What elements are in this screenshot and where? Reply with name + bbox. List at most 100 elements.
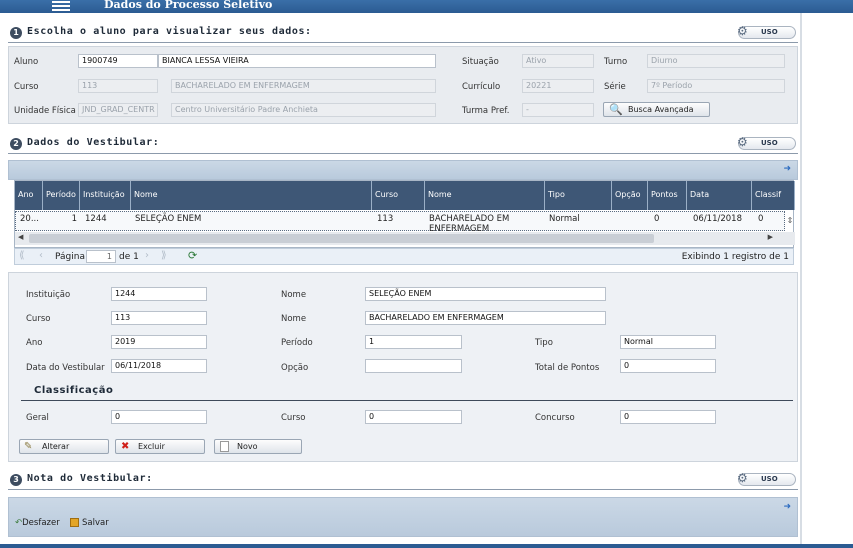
next-page-icon[interactable]: › xyxy=(145,250,149,261)
turno-field: Diurno xyxy=(647,54,785,68)
cell-ano: 20... xyxy=(20,214,39,224)
uso-toggle[interactable]: ⚙ USO xyxy=(737,24,796,39)
label-nome-inst: Nome xyxy=(281,290,307,300)
label-curso-det: Curso xyxy=(26,314,51,324)
col-opcao[interactable]: Opção xyxy=(612,181,648,210)
expand-icon[interactable]: ➜ xyxy=(783,502,791,512)
label-geral: Geral xyxy=(26,413,49,423)
curso-class-field[interactable]: 0 xyxy=(365,410,462,424)
col-pontos[interactable]: Pontos xyxy=(648,181,687,210)
aluno-codigo-field[interactable]: 1900749 xyxy=(78,54,158,68)
cell-pontos: 0 xyxy=(654,214,660,224)
section-title: Dados do Vestibular: xyxy=(27,137,160,148)
grid-pager: ⟪ ‹ Página 1 de 1 › ⟫ ⟳ Exibindo 1 regis… xyxy=(14,248,794,265)
search-icon: 🔍 xyxy=(609,103,623,116)
col-instituicao[interactable]: Instituição xyxy=(80,181,131,210)
nome-inst-field[interactable]: SELEÇÃO ENEM xyxy=(365,287,606,301)
label-total-pontos: Total de Pontos xyxy=(535,363,600,373)
last-page-icon[interactable]: ⟫ xyxy=(161,250,167,261)
curso-codigo-field: 113 xyxy=(78,79,158,93)
vertical-scroll-arrows[interactable]: ⇕ xyxy=(785,211,795,231)
prev-page-icon[interactable]: ‹ xyxy=(39,250,43,261)
novo-button[interactable]: Novo xyxy=(214,439,302,454)
save-icon xyxy=(70,518,79,527)
excluir-button[interactable]: ✖ Excluir xyxy=(115,439,205,454)
label-curso-class: Curso xyxy=(281,413,306,423)
serie-field: 7º Período xyxy=(647,79,785,93)
label-curso: Curso xyxy=(14,82,39,92)
table-row[interactable]: 20... 1 1244 SELEÇÃO ENEM 113 BACHARELAD… xyxy=(15,211,785,232)
delete-icon: ✖ xyxy=(121,441,130,452)
page-label: Página xyxy=(55,252,85,262)
cell-periodo: 1 xyxy=(71,214,77,224)
curso-nome-field: BACHARELADO EM ENFERMAGEM xyxy=(171,79,436,93)
label-situacao: Situação xyxy=(462,57,499,67)
section-number: 1 xyxy=(10,27,22,39)
bottom-bar xyxy=(0,544,853,548)
concurso-field[interactable]: 0 xyxy=(620,410,716,424)
grid-header: Ano Período Instituição Nome Curso Nome … xyxy=(15,181,795,210)
label-instituicao: Instituição xyxy=(26,290,71,300)
busca-avancada-button[interactable]: 🔍 Busca Avançada xyxy=(603,102,710,117)
pager-summary: Exibindo 1 registro de 1 xyxy=(681,252,789,262)
refresh-icon[interactable]: ⟳ xyxy=(188,249,197,262)
nome-curso-field[interactable]: BACHARELADO EM ENFERMAGEM xyxy=(365,311,606,325)
col-ano[interactable]: Ano xyxy=(15,181,43,210)
alterar-button[interactable]: ✎ Alterar xyxy=(19,439,109,454)
cell-curso: 113 xyxy=(377,214,394,224)
uso-toggle[interactable]: ⚙ USO xyxy=(737,135,796,150)
col-data[interactable]: Data xyxy=(687,181,752,210)
label-nome-curso: Nome xyxy=(281,314,307,324)
data-vestibular-field[interactable]: 06/11/2018 xyxy=(111,359,207,373)
aluno-nome-field[interactable]: BIANCA LESSA VIEIRA xyxy=(158,54,436,68)
opcao-field[interactable] xyxy=(365,359,462,373)
right-edge-divider xyxy=(800,13,802,548)
col-tipo[interactable]: Tipo xyxy=(545,181,612,210)
label-concurso: Concurso xyxy=(535,413,575,423)
desfazer-button[interactable]: ↶Desfazer xyxy=(15,518,60,528)
gear-icon: ⚙ xyxy=(737,135,748,149)
section-title: Escolha o aluno para visualizar seus dad… xyxy=(27,26,312,37)
col-nome-inst[interactable]: Nome xyxy=(131,181,372,210)
col-classif[interactable]: Classif xyxy=(752,181,795,210)
page-of-label: de 1 xyxy=(119,252,139,262)
scroll-left-icon[interactable]: ◀ xyxy=(18,233,23,241)
title-bar: Dados do Processo Seletivo xyxy=(0,0,853,13)
cell-classif: 0 xyxy=(758,214,764,224)
aluno-panel: Aluno 1900749 BIANCA LESSA VIEIRA Curso … xyxy=(8,46,798,124)
periodo-field[interactable]: 1 xyxy=(365,335,462,349)
col-curso[interactable]: Curso xyxy=(372,181,425,210)
section-header-aluno: 1 Escolha o aluno para visualizar seus d… xyxy=(8,23,798,43)
vestibular-grid: Ano Período Instituição Nome Curso Nome … xyxy=(14,180,795,248)
salvar-button[interactable]: Salvar xyxy=(70,518,109,528)
scroll-thumb[interactable] xyxy=(29,234,654,243)
label-serie: Série xyxy=(604,82,626,92)
curso-det-field[interactable]: 113 xyxy=(111,311,207,325)
grid-toolbar: ➜ xyxy=(8,160,798,180)
cell-nome-curso: BACHARELADO EM ENFERMAGEM xyxy=(429,214,510,232)
label-turno: Turno xyxy=(604,57,628,67)
first-page-icon[interactable]: ⟪ xyxy=(19,250,25,261)
geral-field[interactable]: 0 xyxy=(111,410,207,424)
section-header-nota: 3 Nota do Vestibular: ⚙ USO xyxy=(8,470,798,490)
unidade-codigo-field: JND_GRAD_CENTR xyxy=(78,103,158,117)
ano-field[interactable]: 2019 xyxy=(111,335,207,349)
instituicao-field[interactable]: 1244 xyxy=(111,287,207,301)
cell-opcao xyxy=(613,212,649,230)
cell-instituicao: 1244 xyxy=(85,214,107,224)
menu-icon[interactable] xyxy=(52,1,70,12)
uso-toggle[interactable]: ⚙ USO xyxy=(737,471,796,486)
col-nome-curso[interactable]: Nome xyxy=(425,181,545,210)
col-periodo[interactable]: Período xyxy=(43,181,80,210)
vestibular-detail-panel: Instituição 1244 Curso 113 Ano 2019 Data… xyxy=(8,272,798,462)
cell-nome-inst: SELEÇÃO ENEM xyxy=(135,214,202,224)
tipo-field[interactable]: Normal xyxy=(620,335,716,349)
page-input[interactable]: 1 xyxy=(86,250,116,263)
expand-icon[interactable]: ➜ xyxy=(783,164,791,174)
classificacao-divider xyxy=(21,400,793,401)
section-number: 3 xyxy=(10,474,22,486)
total-pontos-field[interactable]: 0 xyxy=(620,359,716,373)
label-tipo: Tipo xyxy=(535,338,553,348)
horizontal-scrollbar[interactable]: ◀ ▶ xyxy=(15,232,795,245)
scroll-right-icon[interactable]: ▶ xyxy=(768,233,773,241)
